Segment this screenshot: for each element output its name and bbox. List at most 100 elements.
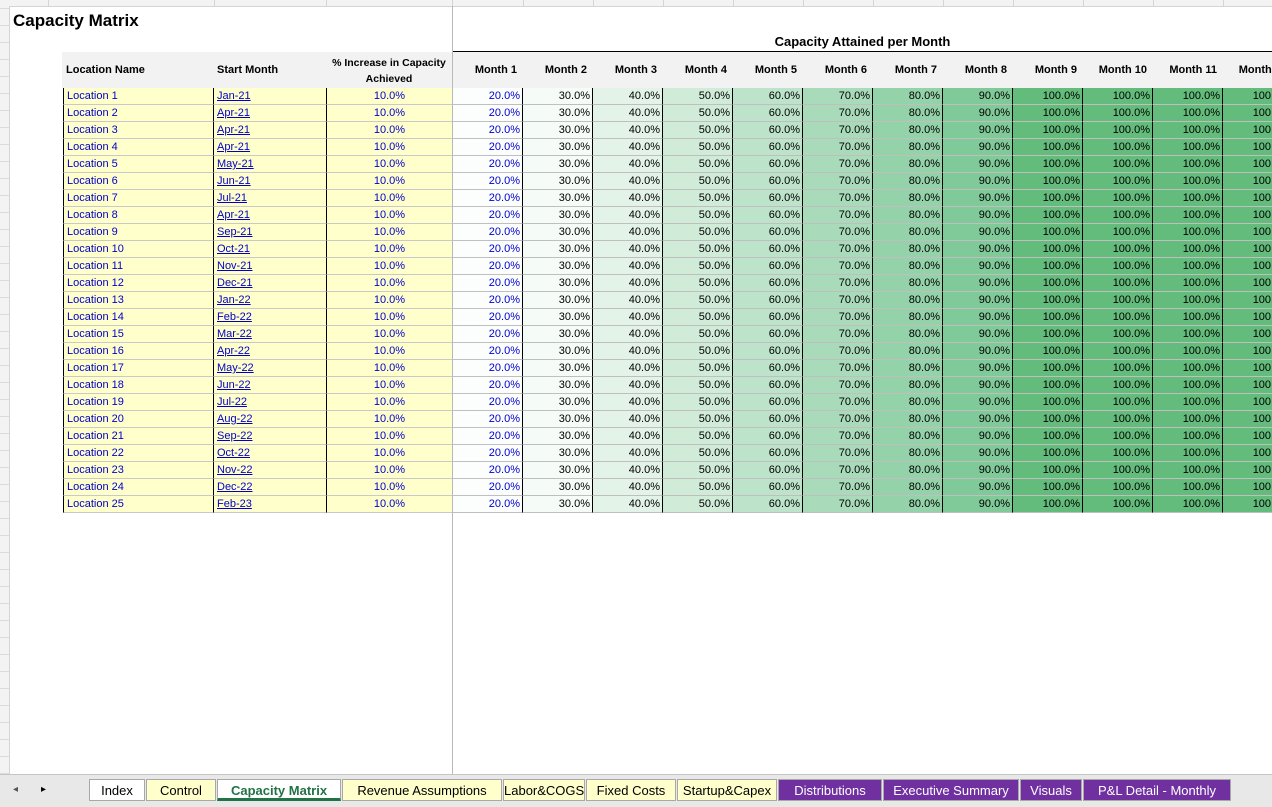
capacity-cell[interactable]: 20.0% — [453, 479, 523, 496]
location-name-cell[interactable]: Location 22 — [63, 445, 214, 462]
capacity-cell[interactable]: 60.0% — [733, 88, 803, 105]
row-number[interactable] — [0, 8, 9, 26]
capacity-cell[interactable]: 100.0% — [1223, 360, 1272, 377]
row-number[interactable] — [0, 76, 9, 94]
capacity-cell[interactable]: 70.0% — [803, 496, 873, 513]
capacity-cell[interactable]: 40.0% — [593, 190, 663, 207]
capacity-cell[interactable]: 100.0% — [1153, 445, 1223, 462]
capacity-cell[interactable]: 50.0% — [663, 360, 733, 377]
capacity-cell[interactable]: 20.0% — [453, 258, 523, 275]
capacity-cell[interactable]: 90.0% — [943, 326, 1013, 343]
capacity-cell[interactable]: 100.0% — [1153, 122, 1223, 139]
capacity-cell[interactable]: 60.0% — [733, 411, 803, 428]
row-number[interactable] — [0, 280, 9, 298]
capacity-cell[interactable]: 40.0% — [593, 428, 663, 445]
capacity-cell[interactable]: 40.0% — [593, 445, 663, 462]
capacity-cell[interactable]: 100.0% — [1013, 224, 1083, 241]
sheet-tab[interactable]: Fixed Costs — [586, 779, 676, 801]
capacity-cell[interactable]: 20.0% — [453, 377, 523, 394]
row-number[interactable] — [0, 212, 9, 230]
row-number[interactable] — [0, 314, 9, 332]
row-number[interactable] — [0, 450, 9, 468]
row-number[interactable] — [0, 42, 9, 60]
capacity-cell[interactable]: 30.0% — [523, 122, 593, 139]
increase-cell[interactable]: 10.0% — [327, 207, 453, 224]
capacity-cell[interactable]: 20.0% — [453, 105, 523, 122]
capacity-cell[interactable]: 30.0% — [523, 445, 593, 462]
row-number[interactable] — [0, 637, 9, 655]
capacity-cell[interactable]: 100.0% — [1083, 258, 1153, 275]
capacity-cell[interactable]: 90.0% — [943, 309, 1013, 326]
capacity-cell[interactable]: 100.0% — [1083, 360, 1153, 377]
capacity-cell[interactable]: 100.0% — [1223, 445, 1272, 462]
start-month-cell[interactable]: Jul-22 — [214, 394, 327, 411]
capacity-cell[interactable]: 100.0% — [1223, 224, 1272, 241]
capacity-cell[interactable]: 60.0% — [733, 275, 803, 292]
capacity-cell[interactable]: 60.0% — [733, 445, 803, 462]
sheet-tab[interactable]: Labor&COGS — [503, 779, 585, 801]
capacity-cell[interactable]: 30.0% — [523, 105, 593, 122]
capacity-cell[interactable]: 100.0% — [1153, 360, 1223, 377]
capacity-cell[interactable]: 100.0% — [1083, 394, 1153, 411]
start-month-cell[interactable]: Apr-22 — [214, 343, 327, 360]
capacity-cell[interactable]: 100.0% — [1153, 326, 1223, 343]
row-number[interactable] — [0, 229, 9, 247]
capacity-cell[interactable]: 100.0% — [1083, 479, 1153, 496]
capacity-cell[interactable]: 70.0% — [803, 411, 873, 428]
capacity-cell[interactable]: 40.0% — [593, 241, 663, 258]
capacity-cell[interactable]: 100.0% — [1153, 207, 1223, 224]
increase-cell[interactable]: 10.0% — [327, 377, 453, 394]
capacity-cell[interactable]: 30.0% — [523, 496, 593, 513]
capacity-cell[interactable]: 20.0% — [453, 139, 523, 156]
capacity-cell[interactable]: 30.0% — [523, 190, 593, 207]
capacity-cell[interactable]: 20.0% — [453, 326, 523, 343]
capacity-cell[interactable]: 100.0% — [1013, 360, 1083, 377]
row-number[interactable] — [0, 127, 9, 145]
start-month-cell[interactable]: Oct-21 — [214, 241, 327, 258]
capacity-cell[interactable]: 100.0% — [1223, 88, 1272, 105]
capacity-cell[interactable]: 80.0% — [873, 360, 943, 377]
capacity-cell[interactable]: 100.0% — [1153, 462, 1223, 479]
location-name-cell[interactable]: Location 2 — [63, 105, 214, 122]
location-name-cell[interactable]: Location 21 — [63, 428, 214, 445]
capacity-cell[interactable]: 100.0% — [1153, 309, 1223, 326]
capacity-cell[interactable]: 100.0% — [1083, 173, 1153, 190]
capacity-cell[interactable]: 70.0% — [803, 428, 873, 445]
capacity-cell[interactable]: 80.0% — [873, 462, 943, 479]
capacity-cell[interactable]: 100.0% — [1223, 309, 1272, 326]
location-name-cell[interactable]: Location 1 — [63, 88, 214, 105]
capacity-cell[interactable]: 100.0% — [1153, 275, 1223, 292]
capacity-cell[interactable]: 50.0% — [663, 275, 733, 292]
capacity-cell[interactable]: 80.0% — [873, 156, 943, 173]
capacity-cell[interactable]: 90.0% — [943, 122, 1013, 139]
capacity-cell[interactable]: 80.0% — [873, 139, 943, 156]
capacity-cell[interactable]: 100.0% — [1223, 292, 1272, 309]
capacity-cell[interactable]: 30.0% — [523, 88, 593, 105]
capacity-cell[interactable]: 80.0% — [873, 377, 943, 394]
capacity-cell[interactable]: 100.0% — [1153, 173, 1223, 190]
location-name-cell[interactable]: Location 14 — [63, 309, 214, 326]
capacity-cell[interactable]: 100.0% — [1223, 190, 1272, 207]
capacity-cell[interactable]: 30.0% — [523, 479, 593, 496]
capacity-cell[interactable]: 70.0% — [803, 156, 873, 173]
row-number[interactable] — [0, 399, 9, 417]
sheet-tab[interactable]: Visuals — [1020, 779, 1082, 801]
capacity-cell[interactable]: 100.0% — [1223, 411, 1272, 428]
capacity-cell[interactable]: 90.0% — [943, 479, 1013, 496]
capacity-cell[interactable]: 100.0% — [1083, 139, 1153, 156]
location-name-cell[interactable]: Location 19 — [63, 394, 214, 411]
capacity-cell[interactable]: 50.0% — [663, 445, 733, 462]
capacity-cell[interactable]: 30.0% — [523, 428, 593, 445]
capacity-cell[interactable]: 40.0% — [593, 139, 663, 156]
start-month-cell[interactable]: Jun-22 — [214, 377, 327, 394]
capacity-cell[interactable]: 90.0% — [943, 173, 1013, 190]
capacity-cell[interactable]: 70.0% — [803, 309, 873, 326]
capacity-cell[interactable]: 40.0% — [593, 207, 663, 224]
capacity-cell[interactable]: 60.0% — [733, 258, 803, 275]
sheet-tab[interactable]: Distributions — [778, 779, 882, 801]
capacity-cell[interactable]: 60.0% — [733, 428, 803, 445]
capacity-cell[interactable]: 20.0% — [453, 224, 523, 241]
capacity-cell[interactable]: 60.0% — [733, 496, 803, 513]
capacity-cell[interactable]: 70.0% — [803, 173, 873, 190]
capacity-cell[interactable]: 90.0% — [943, 343, 1013, 360]
